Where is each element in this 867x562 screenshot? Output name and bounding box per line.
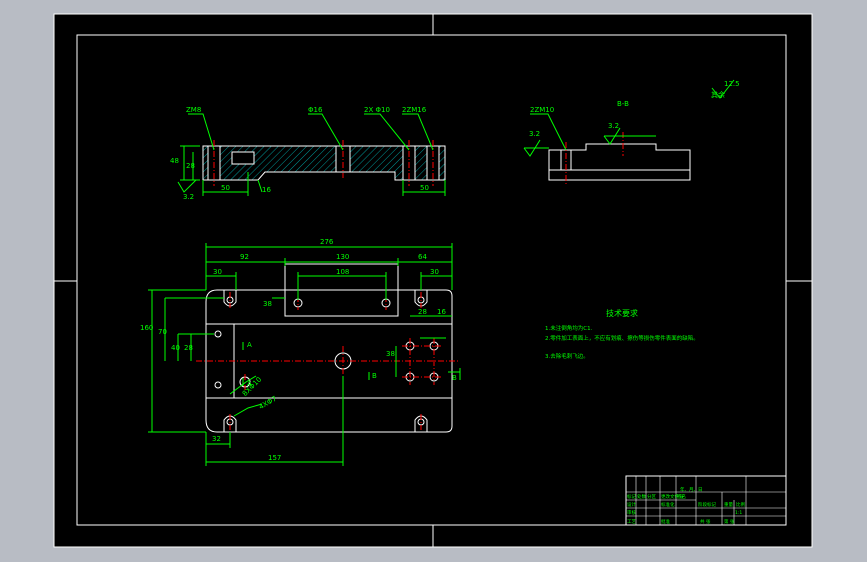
tb-design: 设计 (627, 501, 636, 508)
section-counterbore (231, 151, 255, 165)
section-dim-width-left: 50 (221, 184, 230, 192)
dim-height-c: 28 (184, 344, 193, 352)
marker-a2: A (247, 380, 252, 388)
tech-req-item-3: 3.去除毛刺飞边。 (545, 352, 589, 360)
dim-slot-depth: 38 (263, 300, 272, 308)
tb-standard: 标准化 (661, 501, 675, 508)
view-bb-roughness-top: 3.2 (608, 122, 619, 130)
section-dim-width-right: 50 (420, 184, 429, 192)
dim-bottom-left: 32 (212, 435, 221, 443)
section-label-thread-left: ZM8 (186, 106, 201, 114)
tech-req-item-2: 2.零件加工表面上，不应有划痕、擦伤等损伤零件表面的缺陷。 (545, 334, 699, 342)
marker-a1: A (247, 341, 252, 349)
dim-right-small: 16 (437, 308, 446, 316)
dim-height-b: 40 (171, 344, 180, 352)
section-label-thread-mid: 2X Φ10 (364, 106, 390, 114)
section-label-thread-right: 2ZM16 (402, 106, 427, 114)
tb-mark: 标记 (627, 493, 636, 500)
dim-right-a: 28 (418, 308, 427, 316)
drawing-sheet (53, 13, 813, 548)
dim-overall-width: 276 (320, 238, 334, 246)
tech-req-item-1: 1.未注倒角均为C1. (545, 324, 593, 332)
view-bb-thread: 2ZM10 (530, 106, 554, 114)
dim-inner-width: 108 (336, 268, 349, 276)
dim-slot-left: 30 (213, 268, 222, 276)
tb-approve: 批准 (661, 518, 670, 525)
section-roughness: 3.2 (183, 193, 194, 201)
tb-review: 审核 (627, 509, 636, 516)
dim-mid-width: 130 (336, 253, 349, 261)
tb-stage: 阶段标记 (698, 501, 716, 508)
surface-note-value: 12.5 (724, 80, 740, 88)
tb-sheets-total: 共 张 (700, 518, 711, 525)
dim-total-height: 160 (140, 324, 153, 332)
tb-sheet-num: 第 张 (724, 518, 735, 525)
dim-slot-right: 30 (430, 268, 439, 276)
tb-weight: 重量 (724, 501, 733, 508)
dim-right-b: 38 (386, 350, 395, 358)
tech-req-title: 技术要求 (606, 308, 638, 318)
view-bb-title: B-B (617, 100, 629, 108)
tb-process: 工艺 (627, 519, 636, 525)
cad-drawing-viewport[interactable]: ZM8 Φ16 2X Φ10 2ZM16 48 28 50 50 16 3.2 … (0, 0, 867, 562)
section-dim-height-total: 48 (170, 157, 179, 165)
surface-note-text: 其余 (711, 90, 725, 99)
tb-zone: 分区 (647, 493, 656, 500)
tb-date: 年、月、日 (680, 486, 703, 493)
tb-signature: 签名 (677, 493, 686, 500)
section-dim-small: 16 (262, 186, 271, 194)
marker-b2: B (452, 374, 457, 382)
dim-right-offset: 64 (418, 253, 427, 261)
dim-bottom-offset: 157 (268, 454, 281, 462)
marker-b1: B (372, 372, 377, 380)
tb-count: 处数 (637, 493, 646, 500)
dim-height-a: 70 (158, 328, 167, 336)
section-dim-height-step: 28 (186, 162, 195, 170)
tb-scale-label: 比例 (736, 501, 745, 508)
view-bb-roughness-left: 3.2 (529, 130, 540, 138)
tb-scale: 1:1 (735, 510, 742, 516)
dim-left-offset: 92 (240, 253, 249, 261)
section-label-hole-mid: Φ16 (308, 106, 323, 114)
